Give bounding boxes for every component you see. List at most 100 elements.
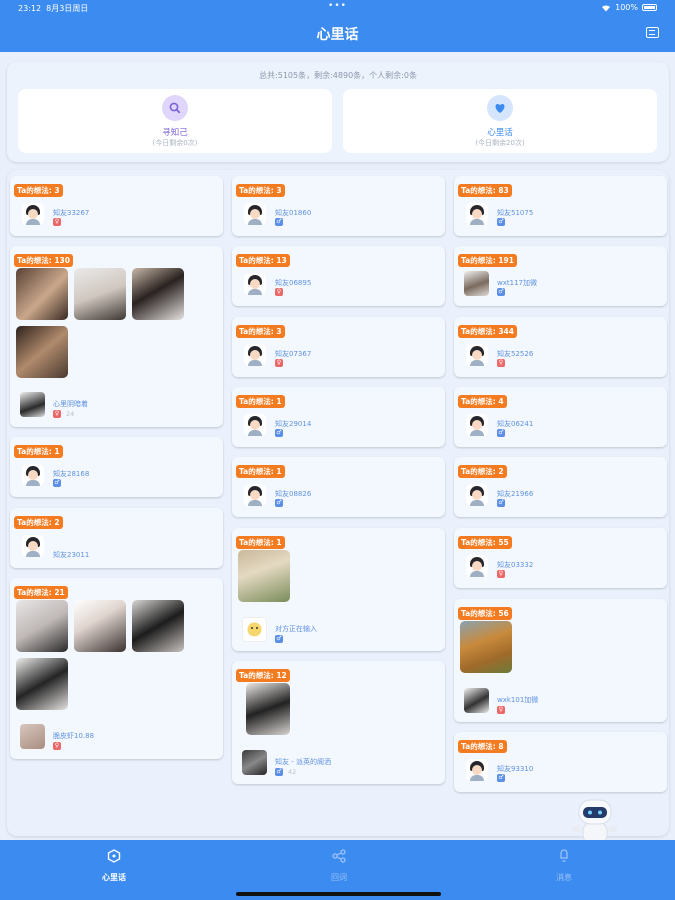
user-avatar[interactable]	[464, 271, 489, 296]
female-icon: ♀	[53, 218, 61, 226]
username[interactable]: 知友52526	[497, 349, 533, 359]
user-avatar[interactable]	[244, 344, 266, 366]
post-card[interactable]: Ta的想法: 3 知友07367 ♀	[232, 317, 445, 377]
username[interactable]: 知友08826	[275, 489, 311, 499]
heart-words-button[interactable]: 心里话 (今日剩余20次)	[343, 89, 657, 153]
username[interactable]: 知友01860	[275, 208, 311, 218]
post-photo[interactable]	[460, 621, 512, 673]
male-icon: ♂	[275, 499, 283, 507]
post-photo[interactable]	[132, 600, 184, 652]
post-card[interactable]: Ta的想法: 344 知友52526 ♀	[454, 317, 667, 377]
post-photo[interactable]	[16, 658, 68, 710]
chat-bubble-icon	[107, 849, 121, 863]
user-avatar[interactable]	[242, 750, 267, 775]
heart-words-label: 心里话	[487, 128, 513, 138]
male-icon: ♂	[275, 635, 283, 643]
post-card[interactable]: Ta的想法: 21 脆皮虾10.88 ♀	[10, 578, 223, 759]
find-soulmate-button[interactable]: 寻知己 (今日剩余0次)	[18, 89, 332, 153]
user-avatar[interactable]	[22, 535, 44, 557]
share-icon	[332, 849, 346, 863]
username[interactable]: 知友23011	[53, 550, 89, 560]
username[interactable]: 心里阴暗着	[53, 399, 88, 409]
female-icon: ♀	[53, 410, 61, 418]
post-photo[interactable]	[16, 268, 68, 320]
post-card[interactable]: Ta的想法: 4 知友06241 ♂	[454, 387, 667, 447]
post-photo[interactable]	[16, 600, 68, 652]
home-indicator[interactable]	[236, 892, 441, 896]
user-avatar[interactable]	[466, 555, 488, 577]
tab-messages[interactable]: 消息	[524, 848, 604, 883]
thoughts-badge: Ta的想法: 56	[458, 607, 512, 620]
post-card[interactable]: Ta的想法: 1 知友28168 ♂	[10, 437, 223, 497]
post-card[interactable]: Ta的想法: 191 wxt117加微 ♂	[454, 246, 667, 306]
female-icon: ♀	[275, 359, 283, 367]
username[interactable]: 知友06241	[497, 419, 533, 429]
inbox-icon[interactable]	[646, 27, 659, 38]
username[interactable]: 对方正在输入	[275, 624, 317, 634]
post-card[interactable]: Ta的想法: 2 知友23011	[10, 508, 223, 568]
post-card[interactable]: Ta的想法: 56 wxk101加微 ♀	[454, 599, 667, 722]
post-card[interactable]: Ta的想法: 83 知友51075 ♂	[454, 176, 667, 236]
tab-forward[interactable]: 回词	[299, 848, 379, 883]
post-card[interactable]: Ta的想法: 3 知友01860 ♂	[232, 176, 445, 236]
username[interactable]: wxt117加微	[497, 278, 537, 288]
heart-words-remaining: (今日剩余20次)	[475, 139, 525, 147]
username[interactable]: 知友06895	[275, 278, 311, 288]
user-avatar[interactable]	[242, 617, 267, 642]
username[interactable]: 脆皮虾10.88	[53, 731, 94, 741]
user-avatar[interactable]	[244, 203, 266, 225]
post-photo[interactable]	[132, 268, 184, 320]
tab-home[interactable]: 心里话	[74, 848, 154, 883]
username[interactable]: 知友07367	[275, 349, 311, 359]
post-photo[interactable]	[74, 600, 126, 652]
username[interactable]: wxk101加微	[497, 695, 538, 705]
user-avatar[interactable]	[22, 203, 44, 225]
post-photo[interactable]	[74, 268, 126, 320]
thoughts-badge: Ta的想法: 55	[458, 536, 512, 549]
thoughts-badge: Ta的想法: 2	[14, 516, 63, 529]
post-card[interactable]: Ta的想法: 130 心里阴暗着 ♀ 24	[10, 246, 223, 427]
post-photo[interactable]	[246, 683, 290, 735]
bottom-tab-bar: 心里话 回词 消息	[0, 840, 675, 900]
user-avatar[interactable]	[466, 414, 488, 436]
username[interactable]: 知友29014	[275, 419, 311, 429]
heart-icon	[487, 95, 513, 121]
username[interactable]: 知友33267	[53, 208, 89, 218]
post-card[interactable]: Ta的想法: 1 对方正在输入 ♂	[232, 528, 445, 651]
post-card[interactable]: Ta的想法: 2 知友21966 ♂	[454, 457, 667, 517]
user-avatar[interactable]	[244, 484, 266, 506]
post-card[interactable]: Ta的想法: 3 知友33267 ♀	[10, 176, 223, 236]
post-card[interactable]: Ta的想法: 1 知友29014 ♂	[232, 387, 445, 447]
username[interactable]: 知友21966	[497, 489, 533, 499]
username[interactable]: 知友28168	[53, 469, 89, 479]
user-avatar[interactable]	[466, 759, 488, 781]
male-icon: ♂	[497, 429, 505, 437]
user-avatar[interactable]	[20, 392, 45, 417]
wifi-icon	[602, 4, 611, 11]
post-photo[interactable]	[238, 550, 290, 602]
user-avatar[interactable]	[20, 724, 45, 749]
find-soulmate-remaining: (今日剩余0次)	[152, 139, 198, 147]
post-card[interactable]: Ta的想法: 8 知友93310 ♂	[454, 732, 667, 792]
post-card[interactable]: Ta的想法: 1 知友08826 ♂	[232, 457, 445, 517]
user-avatar[interactable]	[466, 344, 488, 366]
user-avatar[interactable]	[466, 203, 488, 225]
username[interactable]: 知友03332	[497, 560, 533, 570]
user-avatar[interactable]	[244, 414, 266, 436]
user-avatar[interactable]	[244, 273, 266, 295]
user-avatar[interactable]	[22, 464, 44, 486]
user-avatar[interactable]	[464, 688, 489, 713]
post-card[interactable]: Ta的想法: 55 知友03332 ♀	[454, 528, 667, 588]
username[interactable]: 知友93310	[497, 764, 533, 774]
username[interactable]: 知友 - 派英的阁洒	[275, 757, 331, 767]
post-card[interactable]: Ta的想法: 12 知友 - 派英的阁洒 ♂ 42	[232, 661, 445, 784]
post-photo[interactable]	[16, 326, 68, 378]
thoughts-badge: Ta的想法: 4	[458, 395, 507, 408]
find-soulmate-label: 寻知己	[162, 128, 188, 138]
reply-count: 24	[66, 410, 75, 418]
multitask-dots[interactable]: •••	[0, 1, 675, 11]
post-card[interactable]: Ta的想法: 13 知友06895 ♀	[232, 246, 445, 306]
username[interactable]: 知友51075	[497, 208, 533, 218]
user-avatar[interactable]	[466, 484, 488, 506]
reply-count: 42	[288, 768, 297, 776]
